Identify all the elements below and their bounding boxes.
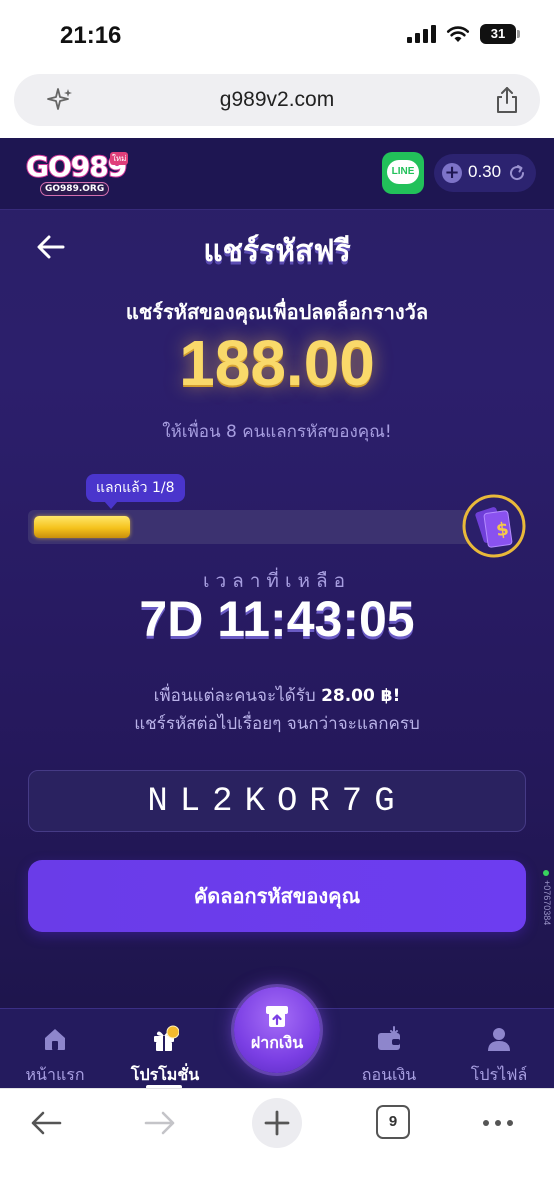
status-icons: 31 [407,24,520,44]
app-header: GO989 ใหม่ GO989.ORG LINE + 0.30 [0,138,554,210]
deposit-icon [266,1006,288,1027]
copy-code-button[interactable]: คัดลอกรหัสของคุณ [28,860,526,932]
side-id-text: +07670384 [542,880,552,926]
browser-toolbar: 9 [0,1088,554,1200]
add-funds-icon[interactable]: + [442,163,462,183]
home-icon [45,1029,65,1050]
url-text[interactable]: g989v2.com [14,88,540,112]
signal-icon [407,25,436,43]
friend-reward-amount: 28.00 ฿! [321,686,401,706]
plus-icon [264,1110,290,1136]
address-bar[interactable]: g989v2.com [14,74,540,126]
status-bar: 21:16 31 [0,0,554,70]
nav-withdraw[interactable]: ถอนเงิน [334,1019,444,1085]
page-subtitle: แชร์รหัสของคุณเพื่อปลดล็อกรางวัล [125,300,429,324]
profile-icon [488,1028,510,1051]
browser-back-icon[interactable] [26,1103,66,1143]
more-options-icon[interactable] [478,1103,518,1143]
browser-forward-icon[interactable] [140,1103,180,1143]
redeem-progress-bar [28,510,480,544]
nav-profile[interactable]: โปรไฟล์ [444,1019,554,1085]
countdown-timer: 7D 11:43:05 [139,591,415,647]
new-tab-button[interactable] [252,1098,302,1148]
brand-logo[interactable]: GO989 ใหม่ GO989.ORG [25,151,132,198]
battery-icon: 31 [480,24,520,44]
reward-amount: 188.00 [179,327,375,399]
share-icon[interactable] [494,86,520,114]
logo-domain: GO989.ORG [40,182,110,196]
logo-new-badge: ใหม่ [110,152,129,165]
status-time: 21:16 [60,22,122,49]
friend-reward-prefix: เพื่อนแต่ละคนจะได้รับ [153,686,316,706]
nav-promotions[interactable]: โปรโมชั่น [110,1019,220,1085]
balance-value: 0.30 [468,162,502,181]
reward-ticket-icon: $ [462,494,526,558]
deposit-button[interactable]: ฝากเงิน [234,987,320,1073]
page-title: แชร์รหัสฟรี [203,234,351,269]
nav-withdraw-label: ถอนเงิน [361,1065,417,1084]
tabs-button[interactable]: 9 [376,1105,410,1139]
wifi-icon [446,26,470,42]
nav-home-label: หน้าแรก [25,1065,85,1084]
invite-text: ให้เพื่อน 8 คนแลกรหัสของคุณ! [162,422,392,442]
line-icon: LINE [387,160,419,184]
bottom-nav: หน้าแรก โปรโมชั่น ฝากเงิน ถอนเงิน โปรไฟล… [0,987,554,1088]
nav-profile-label: โปรไฟล์ [470,1065,528,1084]
browser-address-area: g989v2.com [0,70,554,138]
line-contact-button[interactable]: LINE [382,152,424,194]
balance-pill[interactable]: + 0.30 [434,154,536,192]
app-view: GO989 ใหม่ GO989.ORG LINE + 0.30 แชร์รหั… [0,138,554,1088]
wallet-icon [378,1026,400,1050]
online-dot [543,870,549,876]
share-note: แชร์รหัสต่อไปเรื่อยๆ จนกว่าจะแลกครบ [134,714,420,734]
friend-reward-text: เพื่อนแต่ละคนจะได้รับ 28.00 ฿! [0,682,554,709]
progress-fill [34,516,130,538]
gift-icon [154,1025,179,1051]
deposit-label: ฝากเงิน [250,1033,304,1052]
referral-code[interactable]: NL2KOR7G [28,770,526,832]
refresh-icon[interactable] [508,164,526,182]
progress-tooltip: แลกแล้ว 1/8 [86,474,185,509]
nav-home[interactable]: หน้าแรก [0,1019,110,1085]
